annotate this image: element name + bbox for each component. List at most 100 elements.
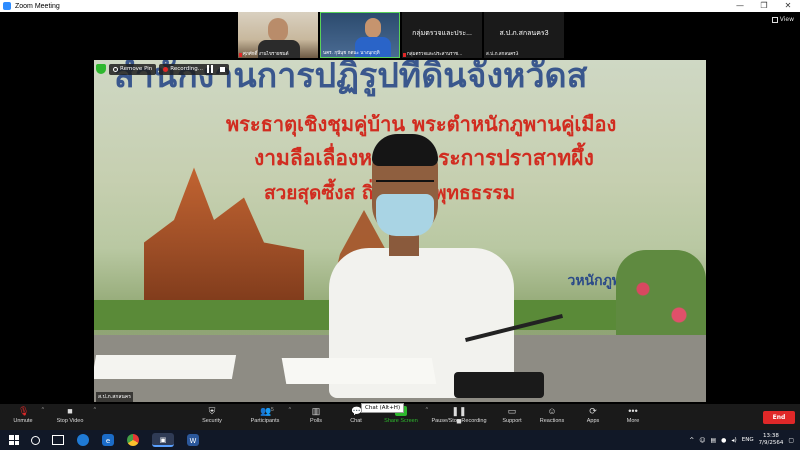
network-icon[interactable]: ▤ xyxy=(710,437,716,444)
zoom-taskbar-icon[interactable]: ▣ xyxy=(152,433,174,447)
participant-thumbnails: ศุภศักดิ์ งานไขรายชนด์ นคร. กุนีนุช กตนะ… xyxy=(238,12,564,58)
input-language[interactable]: ENG xyxy=(742,437,754,443)
apps-button[interactable]: ⟳ Apps xyxy=(584,406,602,424)
unmute-button[interactable]: 🎙 Unmute ^ xyxy=(10,406,44,424)
participant-name: กลุ่มตรวจและประสานราช... xyxy=(407,52,463,57)
edge-browser-icon[interactable] xyxy=(77,434,89,446)
security-label: Security xyxy=(202,418,222,424)
participants-count: 5 xyxy=(271,407,274,413)
pause-recording-label: Pause/Stop Recording xyxy=(431,418,487,424)
microphone-icon[interactable]: ● xyxy=(721,437,726,444)
chevron-up-icon[interactable]: ^ xyxy=(94,407,96,413)
remove-pin-button[interactable]: Remove Pin xyxy=(109,63,157,75)
reactions-button[interactable]: ☺ Reactions xyxy=(538,406,566,424)
chevron-up-icon[interactable]: ^ xyxy=(689,437,694,444)
participant-tile[interactable]: ศุภศักดิ์ งานไขรายชนด์ xyxy=(238,12,318,58)
stop-video-label: Stop Video xyxy=(56,418,84,424)
chevron-up-icon[interactable]: ^ xyxy=(289,407,291,413)
participant-tile[interactable]: กลุ่มตรวจและประ... กลุ่มตรวจและประสานราช… xyxy=(402,12,482,58)
grid-view-icon xyxy=(771,16,778,23)
polls-icon: ▥ xyxy=(311,406,321,416)
chat-label: Chat xyxy=(350,418,362,424)
search-icon[interactable] xyxy=(31,435,40,445)
video-camera-icon: ■ xyxy=(67,406,73,416)
windows-taskbar: e ▣ W ^ ☺ ▤ ● ◂) ENG 13:38 7/9/2564 ▢ xyxy=(0,430,800,450)
people-icon[interactable]: ☺ xyxy=(699,437,705,444)
pause-stop-recording-button[interactable]: ❚❚ ■ Pause/Stop Recording xyxy=(428,406,490,426)
participants-button[interactable]: 👥 5 Participants ^ xyxy=(247,406,291,424)
clock-date: 7/9/2564 xyxy=(758,440,784,446)
chrome-browser-icon[interactable] xyxy=(127,434,139,446)
zoom-app-icon xyxy=(3,2,11,10)
polls-button[interactable]: ▥ Polls xyxy=(306,406,326,424)
participant-tile-active-speaker[interactable]: นคร. กุนีนุช กตนะ นางนุกฤทิ xyxy=(320,12,400,58)
participant-name: ส.ป.ภ.สกลนคร3 xyxy=(486,52,519,57)
volume-icon[interactable]: ◂) xyxy=(731,437,736,444)
muted-mic-icon xyxy=(403,53,406,57)
participant-name: ศุภศักดิ์ งานไขรายชนด์ xyxy=(243,52,289,57)
participant-head xyxy=(268,18,288,42)
chat-tooltip: Chat (Alt+H) xyxy=(361,403,405,413)
support-icon: ▭ xyxy=(507,406,517,416)
polls-label: Polls xyxy=(310,418,322,424)
system-tray: ^ ☺ ▤ ● ◂) ENG 13:38 7/9/2564 ▢ xyxy=(689,430,794,450)
view-label: View xyxy=(779,16,794,23)
video-participant-name: ส.ป.ภ.สกลนคร xyxy=(96,392,133,402)
chat-bubble-icon: 💬 xyxy=(351,406,363,416)
participant-head xyxy=(365,18,381,38)
papers xyxy=(94,355,237,379)
reactions-label: Reactions xyxy=(539,418,565,424)
stop-video-button[interactable]: ■ Stop Video ^ xyxy=(52,406,96,424)
papers xyxy=(281,358,437,384)
recording-dot-icon xyxy=(163,66,169,72)
word-app-icon[interactable]: W xyxy=(187,434,199,446)
stop-recording-icon[interactable] xyxy=(220,66,226,72)
window-title: Zoom Meeting xyxy=(15,2,60,10)
support-button[interactable]: ▭ Support xyxy=(500,406,524,424)
smiley-icon: ☺ xyxy=(547,406,557,416)
more-button[interactable]: ••• More xyxy=(624,406,642,424)
security-shield-icon: ⛨ xyxy=(208,406,216,416)
share-screen-label: Share Screen xyxy=(384,418,418,424)
close-button[interactable]: ✕ xyxy=(776,0,800,12)
shield-icon[interactable] xyxy=(96,64,106,74)
title-bar: Zoom Meeting — ❐ ✕ xyxy=(0,0,800,12)
remove-pin-label: Remove Pin xyxy=(120,65,153,72)
pin-icon xyxy=(113,66,118,72)
pause-stop-icon: ❚❚ ■ xyxy=(451,406,467,426)
internet-explorer-icon[interactable]: e xyxy=(102,434,114,446)
meeting-status-bar: Remove Pin Recording... xyxy=(96,63,230,75)
speaker-glasses xyxy=(376,180,434,188)
start-windows-icon[interactable] xyxy=(9,435,19,445)
end-meeting-button[interactable]: End xyxy=(763,411,795,424)
muted-microphone-icon: 🎙 xyxy=(18,406,30,416)
participant-name: นคร. กุนีนุช กตนะ นางนุกฤทิ xyxy=(323,51,380,56)
apps-icon: ⟳ xyxy=(589,406,597,416)
security-button[interactable]: ⛨ Security xyxy=(198,406,226,424)
participant-display-name: กลุ่มตรวจและประ... xyxy=(412,30,472,37)
participants-label: Participants xyxy=(250,418,280,424)
speaker-hair xyxy=(372,134,438,166)
banner-text: พระธาตุเชิงชุมคู่บ้าน พระตำหนักภูพานคู่เ… xyxy=(226,112,617,136)
notifications-icon[interactable]: ▢ xyxy=(788,437,794,444)
view-button[interactable]: View xyxy=(771,16,794,23)
chevron-up-icon[interactable]: ^ xyxy=(42,407,44,413)
more-label: More xyxy=(626,418,640,424)
banner-text: สวยสุดซึ้งส ถิ่นมั่นในพุทธธรรม xyxy=(264,182,516,204)
microphone-base xyxy=(454,372,544,398)
apps-label: Apps xyxy=(586,418,600,424)
pause-recording-icon[interactable] xyxy=(207,65,214,73)
recording-label: Recording... xyxy=(170,65,204,72)
clock-time: 13:38 xyxy=(763,433,779,439)
task-view-icon[interactable] xyxy=(52,435,64,445)
recording-indicator: Recording... xyxy=(159,63,230,75)
speaker-face-mask xyxy=(376,194,434,236)
clock[interactable]: 13:38 7/9/2564 xyxy=(759,433,784,447)
muted-mic-icon xyxy=(239,53,242,57)
support-label: Support xyxy=(502,418,522,424)
participant-tile[interactable]: ส.ป.ภ.สกลนคร3 ส.ป.ภ.สกลนคร3 xyxy=(484,12,564,58)
main-video[interactable]: สำนักงานการปฏิรูปที่ดินจังหวัดส พระธาตุเ… xyxy=(94,60,706,402)
maximize-button[interactable]: ❐ xyxy=(752,0,776,12)
minimize-button[interactable]: — xyxy=(728,0,752,12)
unmute-label: Unmute xyxy=(13,418,33,424)
